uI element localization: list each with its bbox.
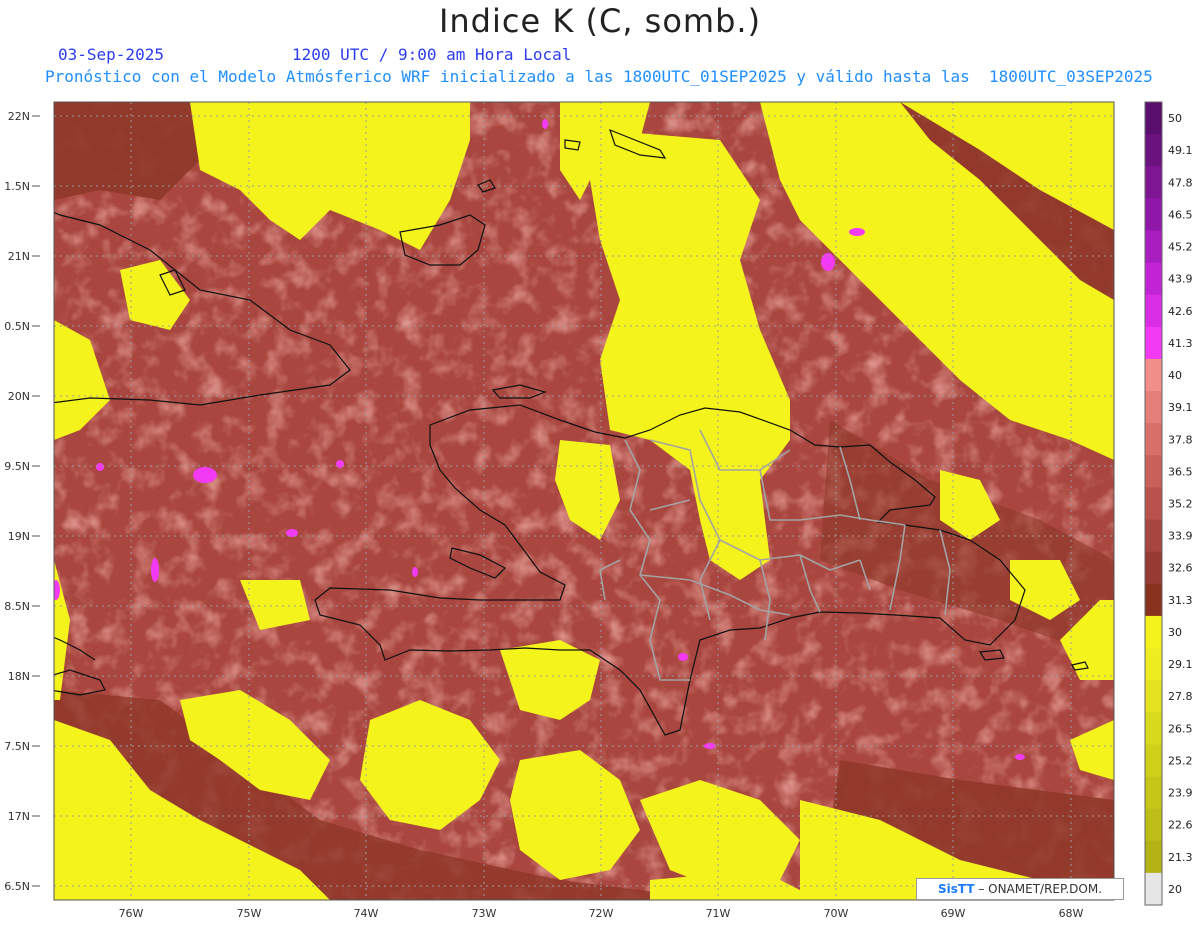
colorbar-swatch [1145,102,1162,135]
colorbar-label: 20 [1168,883,1182,896]
colorbar-label: 27.8 [1168,690,1193,703]
lat-ticks [32,115,40,887]
colorbar-label: 46.5 [1168,208,1193,221]
colorbar-label: 47.8 [1168,176,1193,189]
colorbar-swatch [1145,423,1162,456]
lat-label: 6.5N [4,880,30,893]
colorbar-swatch [1145,712,1162,745]
colorbar-label: 32.6 [1168,562,1193,575]
lon-label: 76W [119,907,144,920]
colorbar-swatch [1145,680,1162,713]
colorbar-swatch [1145,776,1162,810]
colorbar-label: 31.3 [1168,594,1193,607]
colorbar-label: 42.6 [1168,305,1193,318]
lat-label: 9.5N [4,460,30,473]
colorbar-swatch [1145,583,1162,617]
colorbar-label: 21.3 [1168,851,1193,864]
colorbar-swatch [1145,262,1162,296]
lat-label: 1.5N [4,180,30,193]
colorbar-label: 37.8 [1168,433,1193,446]
colorbar-label: 39.1 [1168,401,1193,414]
colorbar-label: 36.5 [1168,465,1193,478]
k-index-map: 22N 1.5N 21N 0.5N 20N 9.5N 19N 8.5N 18N … [4,101,1193,920]
colorbar-label: 45.2 [1168,241,1193,254]
colorbar-swatch [1145,166,1162,199]
colorbar-swatch [1145,551,1162,585]
colorbar-label: 26.5 [1168,722,1193,735]
lon-label: 74W [354,907,379,920]
colorbar-swatch [1145,872,1162,906]
colorbar-label: 41.3 [1168,337,1193,350]
lat-label: 21N [8,250,30,263]
credit-brand: SisTT [937,882,975,896]
lon-label: 75W [237,907,262,920]
colorbar-swatch [1145,487,1162,521]
colorbar-swatch [1145,326,1162,360]
lon-label: 73W [472,907,497,920]
colorbar-swatch [1145,744,1162,778]
lat-label: 8.5N [4,600,30,613]
colorbar-label: 43.9 [1168,273,1193,286]
colorbar-swatch [1145,391,1162,424]
colorbar-swatch [1145,455,1162,488]
credit-box: SisTT – ONAMET/REP.DOM. [916,878,1124,900]
lat-label: 20N [8,390,30,403]
colorbar-label: 49.1 [1168,144,1193,157]
colorbar-swatch [1145,198,1162,231]
lon-label: 70W [824,907,849,920]
colorbar-label: 33.9 [1168,530,1193,543]
colorbar-swatch [1145,648,1162,681]
lon-axis: 76W 75W 74W 73W 72W 71W 70W 69W 68W [119,907,1084,920]
colorbar-label: 30 [1168,626,1182,639]
colorbar-label: 23.9 [1168,787,1193,800]
lat-label: 19N [8,530,30,543]
colorbar-swatch [1145,134,1162,167]
lat-label: 17N [8,810,30,823]
lat-axis: 22N 1.5N 21N 0.5N 20N 9.5N 19N 8.5N 18N … [4,110,30,893]
colorbar-label: 25.2 [1168,754,1193,767]
credit-text: – ONAMET/REP.DOM. [974,882,1103,896]
colorbar-label: 22.6 [1168,819,1193,832]
colorbar-label: 50 [1168,112,1182,125]
colorbar-swatch [1145,230,1162,264]
lat-label: 22N [8,110,30,123]
colorbar-swatch [1145,808,1162,842]
lon-label: 68W [1059,907,1084,920]
colorbar: 50 49.1 47.8 46.5 45.2 43.9 42.6 41.3 40 39.1 37.8… [1144,101,1193,906]
lat-label: 0.5N [4,320,30,333]
lon-label: 71W [706,907,731,920]
lon-label: 72W [589,907,614,920]
colorbar-swatch [1145,615,1162,649]
colorbar-label: 29.1 [1168,658,1193,671]
lat-label: 18N [8,670,30,683]
colorbar-swatch [1145,519,1162,553]
shaded-field [54,102,1114,900]
colorbar-swatch [1145,840,1162,874]
colorbar-swatch [1145,358,1162,392]
lat-label: 7.5N [4,740,30,753]
colorbar-label: 35.2 [1168,498,1193,511]
colorbar-label: 40 [1168,369,1182,382]
lon-label: 69W [941,907,966,920]
colorbar-swatch [1145,294,1162,328]
